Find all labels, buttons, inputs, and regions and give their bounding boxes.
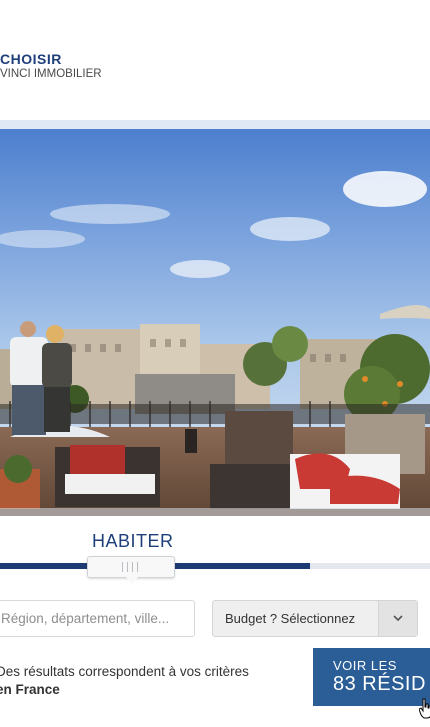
cta-line1: VOIR LES [333, 658, 397, 673]
grip-line [132, 562, 133, 572]
brand-subtitle: VINCI IMMOBILIER [0, 68, 102, 80]
cta-line2: 83 RÉSID [333, 673, 426, 695]
brand-logo[interactable]: CHOISIR VINCI IMMOBILIER [0, 52, 102, 81]
hero-image [0, 129, 430, 516]
results-location: en France [0, 682, 60, 697]
hero-banner [0, 120, 430, 516]
view-residences-button[interactable]: VOIR LES 83 RÉSID [313, 648, 430, 706]
location-search-input[interactable] [0, 600, 195, 637]
budget-select-label: Budget ? Sélectionnez [225, 611, 356, 626]
grip-line [122, 562, 123, 572]
brand-title: CHOISIR [0, 51, 62, 67]
results-text: Des résultats correspondent à vos critèr… [0, 664, 249, 679]
grip-line [137, 562, 138, 572]
chevron-down-icon [393, 615, 403, 622]
hand-cursor-icon [419, 698, 430, 719]
budget-select[interactable]: Budget ? Sélectionnez [212, 600, 418, 637]
tab-habiter[interactable]: HABITER [92, 531, 174, 552]
slider-handle[interactable] [87, 556, 175, 584]
budget-dropdown-button[interactable] [378, 601, 417, 636]
grip-line [127, 562, 128, 572]
